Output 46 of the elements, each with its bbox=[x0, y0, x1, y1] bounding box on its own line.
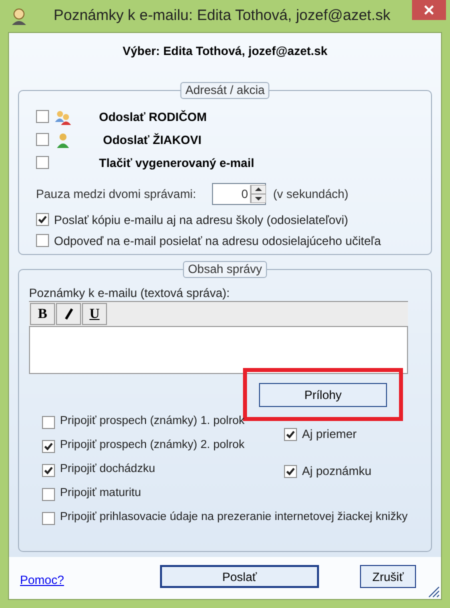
checkbox-label: Tlačiť vygenerovaný e-mail bbox=[99, 154, 254, 172]
field-label: Poznámky k e-mailu (textová správa): bbox=[29, 285, 231, 300]
checkbox-label: Odpoveď na e-mail posielať na adresu odosielajúceho učiteľa bbox=[54, 232, 381, 250]
checkbox-label: Odoslať ŽIAKOVI bbox=[103, 132, 202, 148]
group-legend: Obsah správy bbox=[182, 261, 268, 278]
checkbox-label: Pripojiť prospech (známky) 1. polrok bbox=[60, 414, 245, 430]
checkbox[interactable] bbox=[36, 133, 49, 146]
checkbox[interactable] bbox=[36, 110, 49, 123]
unit-label: (v sekundách) bbox=[273, 186, 348, 203]
number-field[interactable]: 0 bbox=[212, 183, 266, 205]
checkbox[interactable] bbox=[42, 440, 55, 452]
person-icon bbox=[10, 7, 28, 25]
field-label: Pauza medzi dvomi správami: bbox=[36, 186, 196, 203]
person-icon bbox=[55, 132, 71, 148]
checkbox[interactable] bbox=[42, 512, 55, 524]
underline-button[interactable]: U bbox=[82, 303, 107, 325]
group-legend: Adresát / akcia bbox=[180, 82, 270, 99]
selection-label: Výber: Edita Tothová, jozef@azet.sk bbox=[122, 44, 328, 59]
checkbox[interactable] bbox=[36, 234, 49, 247]
text-area[interactable] bbox=[29, 326, 408, 374]
checkbox-label: Pripojiť dochádzku bbox=[60, 462, 156, 478]
resize-grip-icon bbox=[428, 586, 440, 598]
checkbox[interactable] bbox=[36, 213, 49, 226]
cancel-button[interactable]: Zrušiť bbox=[360, 565, 416, 588]
window-title: Poznámky k e-mailu: Edita Tothová, jozef@azet.sk bbox=[52, 6, 392, 26]
checkbox[interactable] bbox=[36, 156, 49, 169]
checkbox[interactable] bbox=[42, 464, 55, 476]
checkbox-label: Pripojiť prospech (známky) 2. polrok bbox=[60, 438, 245, 454]
checkbox[interactable] bbox=[284, 464, 297, 478]
people-icon bbox=[55, 108, 71, 124]
checkbox-label: Aj poznámku bbox=[302, 463, 372, 480]
bold-button[interactable]: B bbox=[30, 303, 55, 325]
close-icon[interactable] bbox=[412, 0, 446, 20]
help-link[interactable]: Pomoc? bbox=[20, 571, 64, 590]
checkbox-label: Pripojiť prihlasovacie údaje na prezeranie internetovej žiackej knižky bbox=[60, 510, 408, 526]
attachments-button[interactable]: Prílohy bbox=[259, 383, 387, 407]
send-button[interactable]: Poslať bbox=[160, 565, 319, 588]
checkbox-label: Odoslať RODIČOM bbox=[99, 108, 207, 126]
italic-icon[interactable] bbox=[56, 303, 81, 325]
checkbox-label: Poslať kópiu e-mailu aj na adresu školy (odosielateľovi) bbox=[54, 212, 348, 228]
checkbox[interactable] bbox=[284, 428, 297, 440]
checkbox[interactable] bbox=[42, 416, 55, 428]
checkbox-label: Pripojiť maturitu bbox=[60, 486, 142, 502]
checkbox-label: Aj priemer bbox=[302, 426, 357, 443]
checkbox[interactable] bbox=[42, 488, 55, 500]
spinner-arrows-icon[interactable] bbox=[250, 185, 266, 203]
